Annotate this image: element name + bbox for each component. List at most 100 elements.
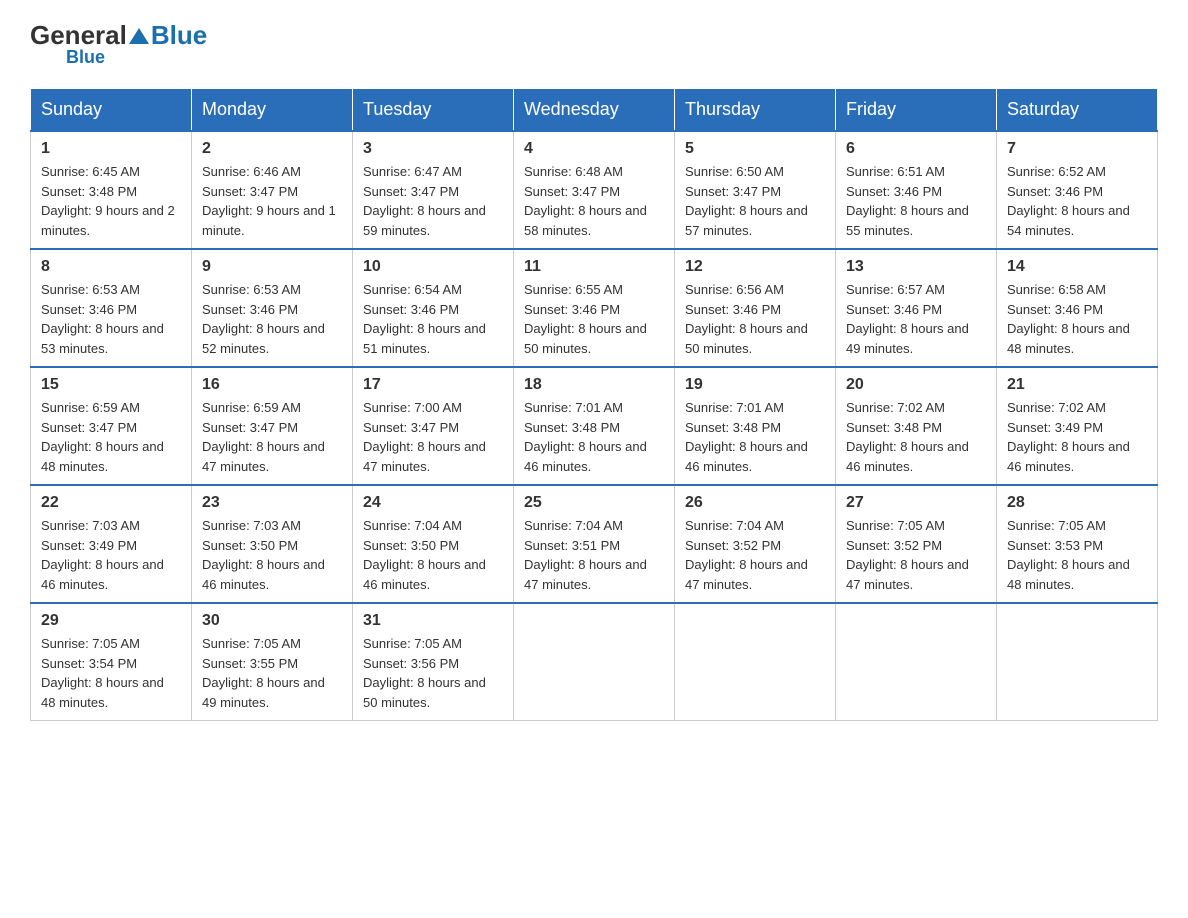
day-number: 31 [363,612,503,630]
day-info: Sunrise: 6:50 AMSunset: 3:47 PMDaylight:… [685,162,825,240]
day-info: Sunrise: 6:55 AMSunset: 3:46 PMDaylight:… [524,280,664,358]
day-cell: 27 Sunrise: 7:05 AMSunset: 3:52 PMDayligh… [836,485,997,603]
day-cell: 19 Sunrise: 7:01 AMSunset: 3:48 PMDayligh… [675,367,836,485]
day-info: Sunrise: 6:59 AMSunset: 3:47 PMDaylight:… [41,398,181,476]
day-number: 19 [685,376,825,394]
day-info: Sunrise: 7:05 AMSunset: 3:55 PMDaylight:… [202,634,342,712]
day-number: 20 [846,376,986,394]
day-number: 4 [524,140,664,158]
day-number: 12 [685,258,825,276]
day-info: Sunrise: 7:05 AMSunset: 3:52 PMDaylight:… [846,516,986,594]
header-cell-monday: Monday [192,89,353,132]
day-cell: 7 Sunrise: 6:52 AMSunset: 3:46 PMDaylight… [997,131,1158,249]
day-number: 10 [363,258,503,276]
day-info: Sunrise: 6:58 AMSunset: 3:46 PMDaylight:… [1007,280,1147,358]
day-cell: 18 Sunrise: 7:01 AMSunset: 3:48 PMDayligh… [514,367,675,485]
day-cell: 2Sunrise: 6:46 AMSunset: 3:47 PMDaylight… [192,131,353,249]
calendar-table: SundayMondayTuesdayWednesdayThursdayFrid… [30,88,1158,721]
day-number: 27 [846,494,986,512]
calendar-body: 1Sunrise: 6:45 AMSunset: 3:48 PMDaylight… [31,131,1158,721]
header-cell-friday: Friday [836,89,997,132]
week-row-3: 15 Sunrise: 6:59 AMSunset: 3:47 PMDayligh… [31,367,1158,485]
day-number: 26 [685,494,825,512]
day-cell: 29Sunrise: 7:05 AMSunset: 3:54 PMDayligh… [31,603,192,721]
day-cell: 9 Sunrise: 6:53 AMSunset: 3:46 PMDaylight… [192,249,353,367]
day-cell [836,603,997,721]
day-number: 9 [202,258,342,276]
header-cell-sunday: Sunday [31,89,192,132]
header-cell-tuesday: Tuesday [353,89,514,132]
day-cell: 6 Sunrise: 6:51 AMSunset: 3:46 PMDaylight… [836,131,997,249]
day-cell: 13Sunrise: 6:57 AMSunset: 3:46 PMDayligh… [836,249,997,367]
day-number: 23 [202,494,342,512]
day-info: Sunrise: 7:03 AMSunset: 3:50 PMDaylight:… [202,516,342,594]
day-cell [997,603,1158,721]
day-info: Sunrise: 6:48 AMSunset: 3:47 PMDaylight:… [524,162,664,240]
day-info: Sunrise: 7:01 AMSunset: 3:48 PMDaylight:… [685,398,825,476]
day-cell: 17 Sunrise: 7:00 AMSunset: 3:47 PMDayligh… [353,367,514,485]
header-row: SundayMondayTuesdayWednesdayThursdayFrid… [31,89,1158,132]
day-cell: 22 Sunrise: 7:03 AMSunset: 3:49 PMDayligh… [31,485,192,603]
day-info: Sunrise: 7:02 AMSunset: 3:49 PMDaylight:… [1007,398,1147,476]
day-info: Sunrise: 6:53 AMSunset: 3:46 PMDaylight:… [41,280,181,358]
header-cell-wednesday: Wednesday [514,89,675,132]
day-info: Sunrise: 6:57 AMSunset: 3:46 PMDaylight:… [846,280,986,358]
day-number: 5 [685,140,825,158]
day-info: Sunrise: 6:51 AMSunset: 3:46 PMDaylight:… [846,162,986,240]
logo-underline: Blue [30,47,105,68]
week-row-2: 8 Sunrise: 6:53 AMSunset: 3:46 PMDaylight… [31,249,1158,367]
day-cell: 23 Sunrise: 7:03 AMSunset: 3:50 PMDayligh… [192,485,353,603]
day-info: Sunrise: 6:45 AMSunset: 3:48 PMDaylight:… [41,162,181,240]
day-cell: 15 Sunrise: 6:59 AMSunset: 3:47 PMDayligh… [31,367,192,485]
day-cell: 4 Sunrise: 6:48 AMSunset: 3:47 PMDaylight… [514,131,675,249]
day-cell: 3Sunrise: 6:47 AMSunset: 3:47 PMDaylight… [353,131,514,249]
day-number: 2 [202,140,342,158]
day-cell: 31 Sunrise: 7:05 AMSunset: 3:56 PMDayligh… [353,603,514,721]
day-number: 14 [1007,258,1147,276]
day-number: 30 [202,612,342,630]
week-row-5: 29Sunrise: 7:05 AMSunset: 3:54 PMDayligh… [31,603,1158,721]
day-number: 8 [41,258,181,276]
page-header: General Blue Blue [30,20,1158,68]
day-number: 18 [524,376,664,394]
day-number: 6 [846,140,986,158]
day-info: Sunrise: 7:04 AMSunset: 3:52 PMDaylight:… [685,516,825,594]
day-info: Sunrise: 6:52 AMSunset: 3:46 PMDaylight:… [1007,162,1147,240]
day-info: Sunrise: 7:05 AMSunset: 3:56 PMDaylight:… [363,634,503,712]
day-number: 3 [363,140,503,158]
day-cell: 12 Sunrise: 6:56 AMSunset: 3:46 PMDayligh… [675,249,836,367]
day-cell: 28Sunrise: 7:05 AMSunset: 3:53 PMDayligh… [997,485,1158,603]
day-number: 7 [1007,140,1147,158]
day-info: Sunrise: 7:02 AMSunset: 3:48 PMDaylight:… [846,398,986,476]
day-number: 11 [524,258,664,276]
day-info: Sunrise: 7:04 AMSunset: 3:50 PMDaylight:… [363,516,503,594]
day-cell: 24 Sunrise: 7:04 AMSunset: 3:50 PMDayligh… [353,485,514,603]
day-info: Sunrise: 7:00 AMSunset: 3:47 PMDaylight:… [363,398,503,476]
day-cell: 21Sunrise: 7:02 AMSunset: 3:49 PMDayligh… [997,367,1158,485]
day-cell: 5 Sunrise: 6:50 AMSunset: 3:47 PMDaylight… [675,131,836,249]
day-cell: 14 Sunrise: 6:58 AMSunset: 3:46 PMDayligh… [997,249,1158,367]
header-cell-thursday: Thursday [675,89,836,132]
day-number: 25 [524,494,664,512]
day-number: 17 [363,376,503,394]
day-info: Sunrise: 6:53 AMSunset: 3:46 PMDaylight:… [202,280,342,358]
logo-triangle-icon [129,28,149,44]
day-info: Sunrise: 6:59 AMSunset: 3:47 PMDaylight:… [202,398,342,476]
day-cell: 16 Sunrise: 6:59 AMSunset: 3:47 PMDayligh… [192,367,353,485]
day-number: 22 [41,494,181,512]
day-cell: 11 Sunrise: 6:55 AMSunset: 3:46 PMDayligh… [514,249,675,367]
day-cell: 1Sunrise: 6:45 AMSunset: 3:48 PMDaylight… [31,131,192,249]
day-info: Sunrise: 7:05 AMSunset: 3:53 PMDaylight:… [1007,516,1147,594]
day-cell: 25 Sunrise: 7:04 AMSunset: 3:51 PMDayligh… [514,485,675,603]
day-number: 15 [41,376,181,394]
day-info: Sunrise: 7:05 AMSunset: 3:54 PMDaylight:… [41,634,181,712]
logo: General Blue Blue [30,20,207,68]
day-info: Sunrise: 6:56 AMSunset: 3:46 PMDaylight:… [685,280,825,358]
week-row-1: 1Sunrise: 6:45 AMSunset: 3:48 PMDaylight… [31,131,1158,249]
day-number: 24 [363,494,503,512]
day-number: 16 [202,376,342,394]
day-info: Sunrise: 7:04 AMSunset: 3:51 PMDaylight:… [524,516,664,594]
day-info: Sunrise: 7:03 AMSunset: 3:49 PMDaylight:… [41,516,181,594]
day-info: Sunrise: 7:01 AMSunset: 3:48 PMDaylight:… [524,398,664,476]
week-row-4: 22 Sunrise: 7:03 AMSunset: 3:49 PMDayligh… [31,485,1158,603]
